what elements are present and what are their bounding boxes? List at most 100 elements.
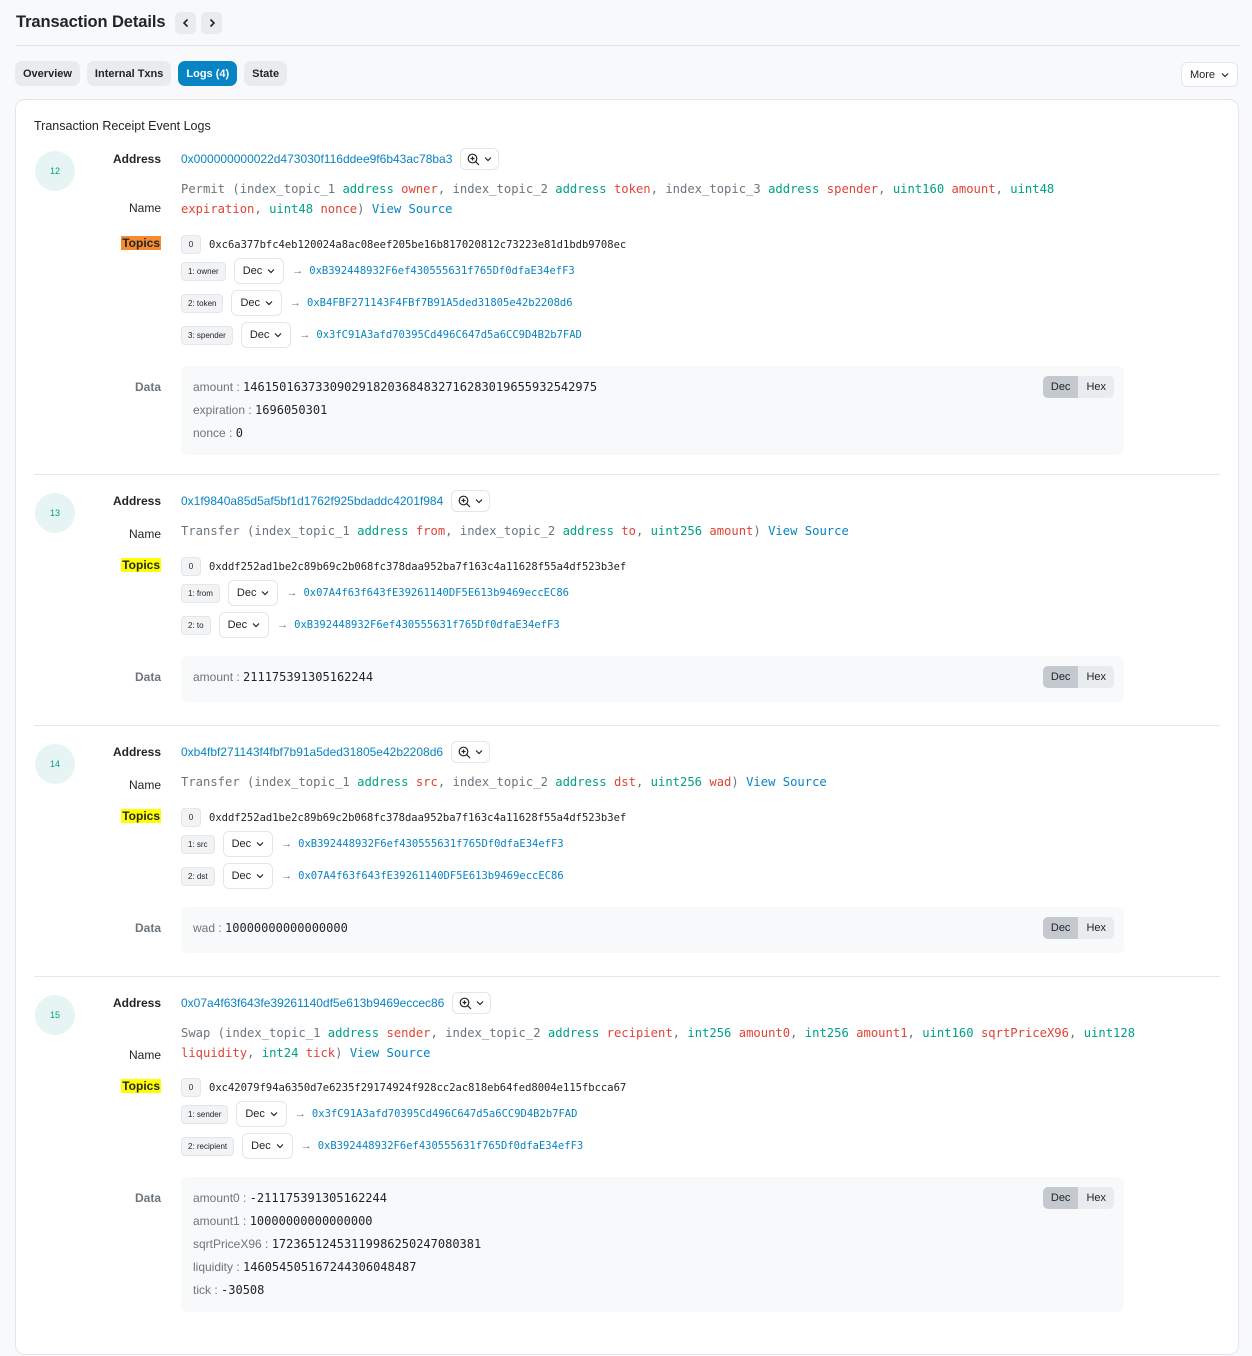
topic-address-link[interactable]: 0x3fC91A3afd70395Cd496C647d5a6CC9D4B2b7F…	[316, 329, 582, 341]
topic-format-select[interactable]: Dec	[233, 258, 285, 284]
topic-address-link[interactable]: 0x3fC91A3afd70395Cd496C647d5a6CC9D4B2b7F…	[312, 1108, 578, 1120]
topic-format-select[interactable]: Dec	[227, 580, 279, 606]
zoom-in-icon	[467, 153, 480, 165]
hex-toggle-button[interactable]: Hex	[1078, 1187, 1114, 1209]
topic-index-badge: 1: sender	[181, 1104, 229, 1124]
previous-transaction-button[interactable]	[175, 11, 197, 34]
param-name: to	[621, 524, 636, 538]
address-label: Address	[112, 494, 161, 508]
param-name: sender	[386, 1026, 431, 1040]
more-dropdown-button[interactable]: More	[1180, 62, 1238, 87]
address-lookup-button[interactable]	[451, 490, 491, 512]
param-type: address	[555, 182, 614, 196]
event-logs-card: Transaction Receipt Event Logs 12 Address…	[15, 99, 1239, 1355]
address-lookup-button[interactable]	[452, 992, 492, 1014]
view-source-link[interactable]: View Source	[372, 202, 453, 216]
topics-label: Topics	[91, 809, 161, 823]
data-value: 0	[235, 426, 243, 440]
topic-format-select[interactable]: Dec	[236, 1101, 287, 1127]
chevron-down-icon	[484, 157, 492, 162]
hex-toggle-button[interactable]: Hex	[1078, 376, 1114, 398]
param-separator: ,	[437, 775, 453, 789]
topic-row: 2: dst Dec → 0x07A4f63f643fE39261140DF5E613…	[181, 863, 564, 889]
dec-toggle-button[interactable]: Dec	[1042, 376, 1079, 398]
data-field: amount : 211175391305162244	[193, 666, 1112, 689]
param-prefix: index_topic_1	[254, 524, 358, 538]
view-source-link[interactable]: View Source	[768, 524, 849, 538]
topic-row: 2: to Dec → 0xB392448932F6ef430555631f765Df…	[181, 612, 560, 638]
data-key: nonce :	[193, 426, 236, 440]
tab-internal-txns[interactable]: Internal Txns	[86, 61, 172, 86]
topic-address-link[interactable]: 0x07A4f63f643fE39261140DF5E613b9469eccEC…	[298, 870, 564, 882]
tab-logs[interactable]: Logs (4)	[178, 61, 238, 86]
topic-format-select[interactable]: Dec	[231, 290, 283, 316]
data-value: -30508	[221, 1283, 265, 1297]
topic-format-select[interactable]: Dec	[222, 831, 274, 857]
contract-address-link[interactable]: 0xb4fbf271143f4fbf7b91a5ded31805e42b2208…	[181, 745, 443, 759]
param-name: spender	[826, 182, 879, 196]
data-value: 17236512453119986250247080381	[271, 1237, 482, 1251]
arrow-right-icon: →	[290, 297, 302, 309]
topic-address-link[interactable]: 0xB392448932F6ef430555631f765Df0dfaE34ef…	[309, 265, 575, 277]
topics-label: Topics	[91, 236, 161, 250]
data-field: amount : 1461501637330902918203684832716…	[193, 376, 1112, 399]
topic-address-link[interactable]: 0xB4FBF271143F4FBf7B91A5ded31805e42b2208…	[307, 297, 573, 309]
param-type: uint48	[269, 202, 321, 216]
chevron-down-icon	[1221, 72, 1229, 77]
topic-address-link[interactable]: 0xB392448932F6ef430555631f765Df0dfaE34ef…	[318, 1140, 584, 1152]
name-label: Name	[128, 527, 161, 541]
topic-index-badge: 0	[181, 808, 201, 827]
param-type: uint160	[892, 182, 952, 196]
contract-address-link[interactable]: 0x000000000022d473030f116ddee9f6b43ac78b…	[181, 152, 452, 166]
address-lookup-button[interactable]	[451, 741, 491, 763]
data-value: 146054505167244306048487	[243, 1260, 417, 1274]
topic-address-link[interactable]: 0xB392448932F6ef430555631f765Df0dfaE34ef…	[298, 838, 564, 850]
param-type: address	[547, 1026, 607, 1040]
param-type: address	[327, 1026, 387, 1040]
param-separator: ,	[635, 524, 651, 538]
hex-toggle-button[interactable]: Hex	[1078, 666, 1114, 688]
param-prefix: index_topic_2	[459, 524, 563, 538]
topic-format-select[interactable]: Dec	[242, 1133, 293, 1159]
address-lookup-button[interactable]	[460, 148, 500, 170]
param-name: owner	[401, 182, 438, 196]
dec-hex-toggle: Dec Hex	[1042, 376, 1114, 398]
topic-row: 0 0xddf252ad1be2c89b69c2b068fc378daa952ba…	[181, 557, 626, 576]
param-type: address	[357, 775, 416, 789]
contract-address-link[interactable]: 0x1f9840a85d5af5bf1d1762f925bdaddc4201f9…	[181, 494, 443, 508]
tab-overview[interactable]: Overview	[15, 61, 80, 86]
dec-toggle-button[interactable]: Dec	[1042, 917, 1079, 939]
topic-address-link[interactable]: 0xB392448932F6ef430555631f765Df0dfaE34ef…	[294, 619, 560, 631]
param-separator: ,	[907, 1026, 923, 1040]
arrow-right-icon: →	[299, 329, 311, 341]
next-transaction-button[interactable]	[201, 11, 223, 34]
card-title: Transaction Receipt Event Logs	[34, 119, 211, 133]
hex-toggle-button[interactable]: Hex	[1078, 917, 1114, 939]
tab-state[interactable]: State	[244, 61, 288, 86]
event-signature: Transfer (index_topic_1 address from, in…	[181, 521, 1141, 541]
tab-bar: Overview Internal Txns Logs (4) State	[15, 61, 288, 86]
dec-toggle-button[interactable]: Dec	[1042, 666, 1079, 688]
topic-format-select[interactable]: Dec	[218, 612, 270, 638]
format-value: Dec	[249, 329, 270, 341]
topic-format-select[interactable]: Dec	[240, 322, 292, 348]
topics-label: Topics	[91, 558, 161, 572]
param-separator: ,	[1069, 1026, 1084, 1040]
event-name: Permit (	[181, 182, 240, 196]
param-prefix: index_topic_1	[254, 775, 358, 789]
arrow-right-icon: →	[286, 587, 298, 599]
param-separator: ,	[247, 1046, 262, 1060]
contract-address-link[interactable]: 0x07a4f63f643fe39261140df5e613b9469eccec…	[181, 996, 444, 1010]
param-type: uint160	[922, 1026, 981, 1040]
view-source-link[interactable]: View Source	[746, 775, 827, 789]
dec-toggle-button[interactable]: Dec	[1042, 1187, 1079, 1209]
topic-format-select[interactable]: Dec	[222, 863, 274, 889]
topic-address-link[interactable]: 0x07A4f63f643fE39261140DF5E613b9469eccEC…	[303, 587, 569, 599]
chevron-down-icon	[276, 1144, 284, 1149]
topic-index-badge: 0	[181, 1078, 201, 1097]
arrow-right-icon: →	[281, 838, 293, 850]
data-label: Data	[134, 380, 161, 394]
param-name: amount	[951, 182, 996, 196]
signature-close: )	[753, 524, 769, 538]
view-source-link[interactable]: View Source	[350, 1046, 431, 1060]
